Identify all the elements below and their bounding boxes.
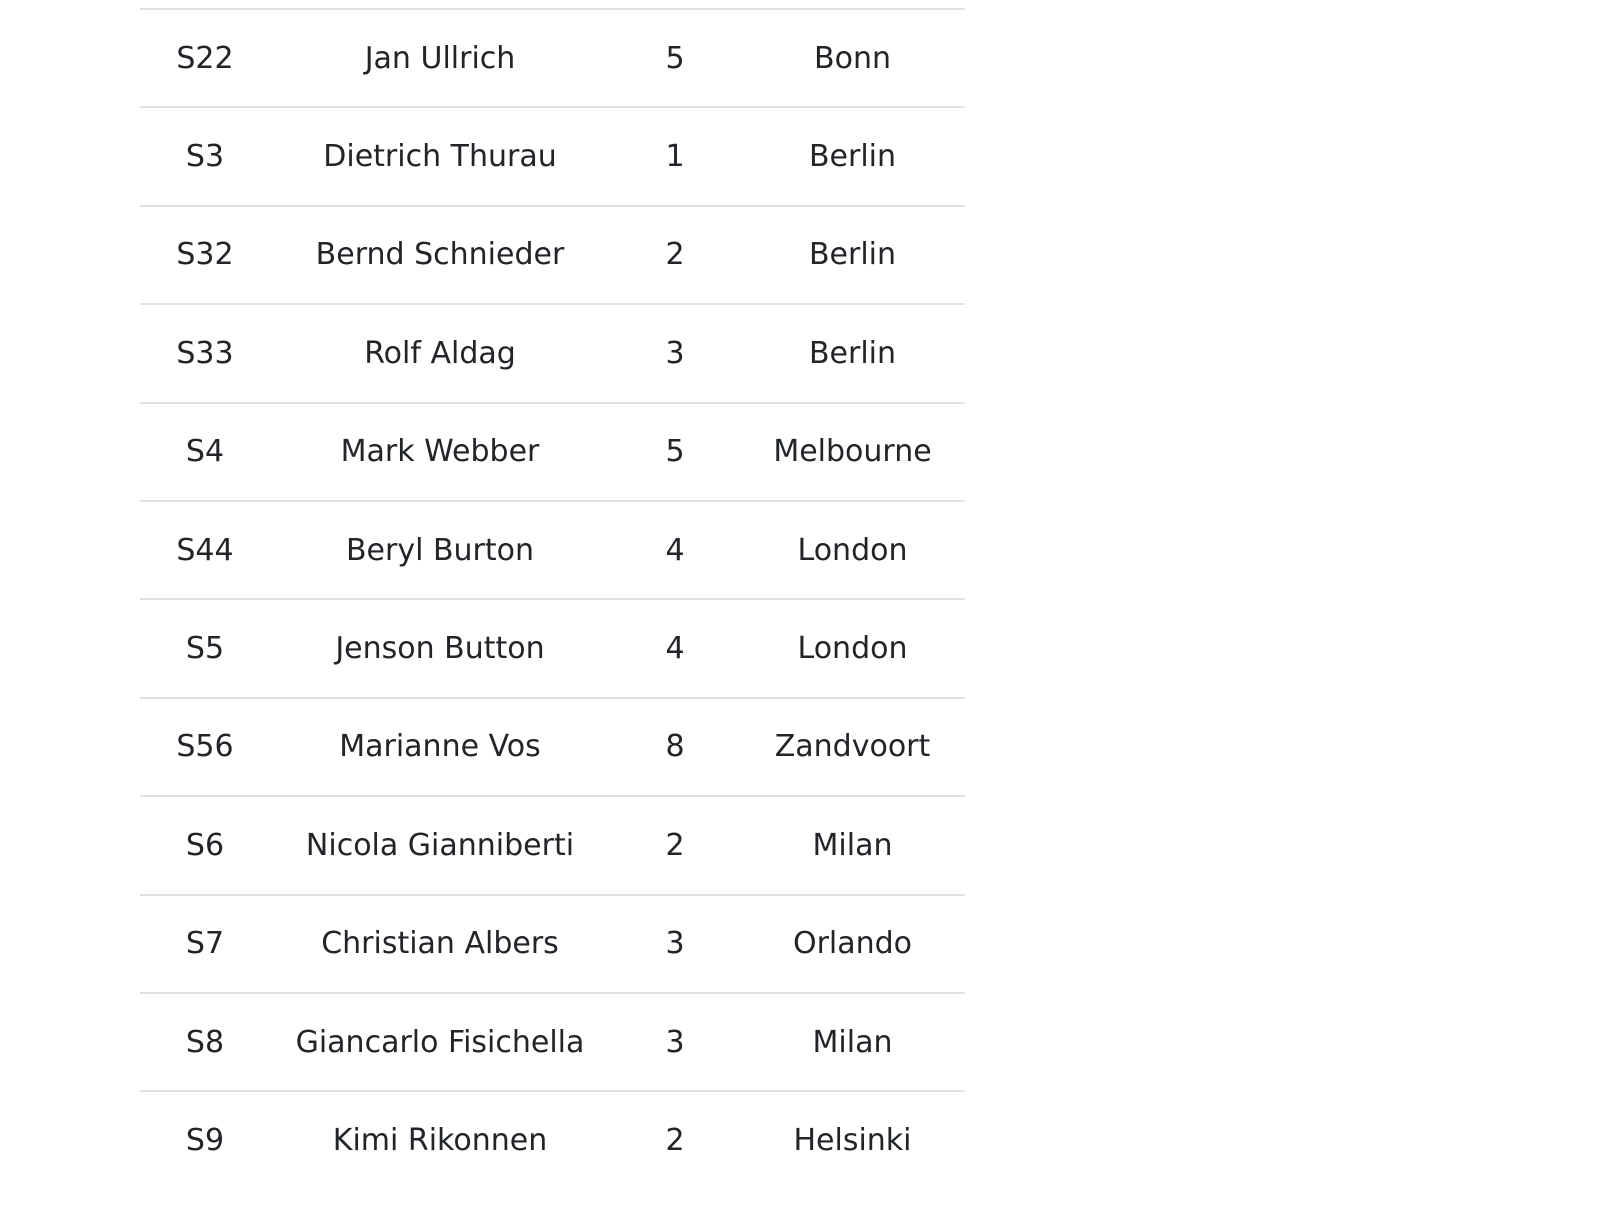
cell-number: 5 [665,434,685,470]
cell-number: 2 [665,827,685,863]
cell-city: Berlin [808,139,897,175]
data-table-container: S22 Jan Ullrich 5 Bonn S3 Dietrich Thura… [140,8,965,1190]
cell-name: Giancarlo Fisichella [295,1024,585,1060]
cell-id: S32 [176,237,234,273]
cell-number: 3 [665,926,685,962]
cell-city: Milan [812,1024,893,1060]
cell-name: Jenson Button [335,631,545,667]
cell-city: Orlando [792,926,913,962]
table-row: S7 Christian Albers 3 Orlando [140,894,965,993]
cell-city: Melbourne [773,434,932,470]
cell-name: Rolf Aldag [364,335,516,371]
table-row: S56 Marianne Vos 8 Zandvoort [140,697,965,796]
cell-id: S8 [185,1024,225,1060]
cell-city: Milan [812,827,893,863]
cell-number: 4 [665,631,685,667]
cell-number: 2 [665,1123,685,1159]
cell-number: 3 [665,335,685,371]
cell-id: S22 [176,40,234,76]
cell-name: Kimi Rikonnen [332,1123,548,1159]
cell-id: S4 [185,434,225,470]
cell-name: Christian Albers [321,926,559,962]
cell-id: S6 [185,827,225,863]
table-row: S4 Mark Webber 5 Melbourne [140,402,965,501]
table-row: S6 Nicola Gianniberti 2 Milan [140,796,965,894]
cell-city: London [797,532,908,568]
table-row: S22 Jan Ullrich 5 Bonn [140,9,965,107]
table-row: S33 Rolf Aldag 3 Berlin [140,304,965,402]
table-row: S32 Bernd Schnieder 2 Berlin [140,205,965,304]
cell-id: S5 [185,631,225,667]
cell-number: 8 [665,729,685,765]
cell-name: Nicola Gianniberti [305,827,575,863]
cell-number: 1 [665,139,685,175]
cell-name: Marianne Vos [339,729,541,765]
cell-city: Zandvoort [774,729,931,765]
cell-id: S33 [176,335,234,371]
cell-id: S7 [185,926,225,962]
cell-city: Helsinki [793,1123,912,1159]
cell-name: Jan Ullrich [364,40,516,76]
table-row: S44 Beryl Burton 4 London [140,500,965,599]
cell-name: Bernd Schnieder [315,237,565,273]
cell-name: Dietrich Thurau [323,139,557,175]
cell-city: Bonn [814,40,891,76]
table-row: S8 Giancarlo Fisichella 3 Milan [140,992,965,1091]
cell-number: 4 [665,532,685,568]
cell-name: Beryl Burton [345,532,535,568]
data-table: S22 Jan Ullrich 5 Bonn S3 Dietrich Thura… [140,8,965,1190]
cell-id: S9 [185,1123,225,1159]
cell-number: 2 [665,237,685,273]
cell-id: S3 [185,139,225,175]
cell-city: Berlin [808,237,897,273]
cell-name: Mark Webber [340,434,540,470]
cell-city: Berlin [808,335,897,371]
cell-number: 5 [665,40,685,76]
cell-city: London [797,631,908,667]
table-body: S22 Jan Ullrich 5 Bonn S3 Dietrich Thura… [140,9,965,1190]
cell-id: S56 [176,729,234,765]
table-row: S3 Dietrich Thurau 1 Berlin [140,107,965,205]
table-row: S5 Jenson Button 4 London [140,599,965,697]
cell-id: S44 [176,532,234,568]
table-row: S9 Kimi Rikonnen 2 Helsinki [140,1091,965,1189]
cell-number: 3 [665,1024,685,1060]
